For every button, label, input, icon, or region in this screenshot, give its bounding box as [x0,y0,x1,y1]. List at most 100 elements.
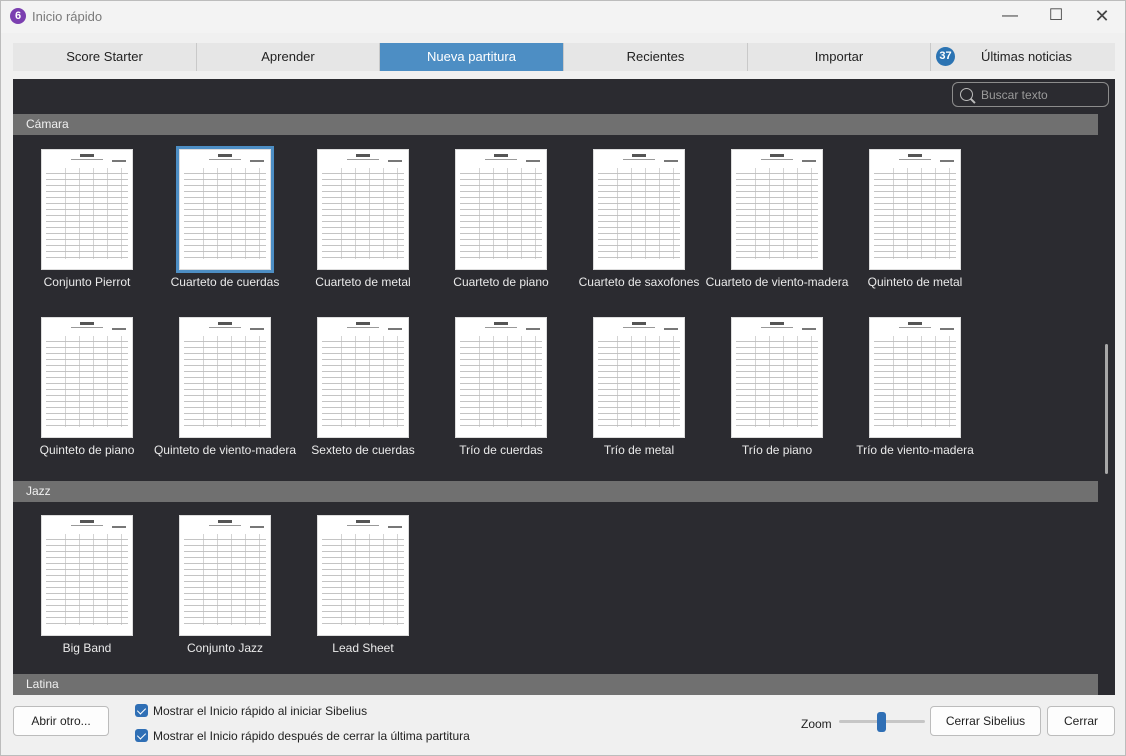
maximize-icon[interactable]: ☐ [1033,1,1079,33]
score-preview-title [218,322,232,325]
tab-nueva-partitura[interactable]: Nueva partitura [380,43,564,71]
tab-aprender[interactable]: Aprender [197,43,380,71]
score-preview-lines [736,168,818,259]
score-preview-comp [526,160,540,162]
search-box[interactable] [952,82,1109,107]
template-thumbnail[interactable] [41,317,133,438]
search-input[interactable] [981,86,1101,103]
template-thumbnail[interactable] [455,149,547,270]
template-label: Quinteto de metal [867,275,963,289]
close-sibelius-button[interactable]: Cerrar Sibelius [930,706,1041,736]
score-preview-comp [250,526,264,528]
tab-label: Nueva partitura [427,49,516,64]
title-bar: 6 Inicio rápido — ☐ ✕ [1,1,1125,33]
template-thumbnail[interactable] [869,149,961,270]
score-preview-comp [940,328,954,330]
template-label: Lead Sheet [332,641,394,655]
tab-score-starter[interactable]: Score Starter [13,43,197,71]
template-label: Cuarteto de viento-madera [705,275,849,289]
template-thumbnail[interactable] [731,149,823,270]
zoom-slider-thumb[interactable] [877,712,886,732]
score-preview-lines [874,168,956,259]
score-preview-comp [388,526,402,528]
template-thumbnail[interactable] [176,146,274,273]
template-thumbnail[interactable] [179,515,271,636]
score-preview-lines [460,168,542,259]
score-preview-title [218,520,232,523]
open-other-button[interactable]: Abrir otro... [13,706,109,736]
tab-importar[interactable]: Importar [748,43,931,71]
template-thumbnail[interactable] [179,317,271,438]
template-thumbnail[interactable] [455,317,547,438]
template-thumbnail[interactable] [41,149,133,270]
score-preview-title [770,322,784,325]
show-on-startup-checkbox[interactable] [135,704,148,717]
score-preview-lines [184,336,266,427]
template-label: Cuarteto de metal [315,275,411,289]
tab-label: Últimas noticias [981,49,1073,64]
tab-label: Score Starter [66,49,143,64]
score-preview-sub [209,525,241,526]
template-thumbnail[interactable] [317,149,409,270]
score-preview-title [80,154,94,157]
section-header-latina[interactable]: Latina [13,674,1098,695]
template-gallery: Cámara Jazz Latina Conjunto Pierrot Cuart… [13,79,1115,695]
template-thumbnail[interactable] [869,317,961,438]
close-icon[interactable]: ✕ [1079,1,1125,33]
minimize-icon[interactable]: — [987,1,1033,33]
score-preview-comp [388,160,402,162]
score-preview-lines [736,336,818,427]
tab-recientes[interactable]: Recientes [564,43,748,71]
template-thumbnail[interactable] [41,515,133,636]
score-preview-comp [388,328,402,330]
template-thumbnail[interactable] [593,149,685,270]
score-preview-title [80,322,94,325]
template-label: Quinteto de piano [39,443,135,457]
score-preview-sub [209,159,241,160]
score-preview-title [908,154,922,157]
score-preview-lines [322,336,404,427]
score-preview-comp [802,328,816,330]
score-preview-comp [664,328,678,330]
score-preview-title [632,322,646,325]
template-thumbnail[interactable] [317,317,409,438]
score-preview-lines [46,534,128,625]
close-button[interactable]: Cerrar [1047,706,1115,736]
show-after-close-checkbox[interactable] [135,729,148,742]
tab-bar: Score Starter Aprender Nueva partitura R… [13,43,1115,71]
score-preview-lines [184,168,266,259]
tab-ultimas-noticias[interactable]: 37 Últimas noticias [931,43,1115,71]
score-preview-lines [46,168,128,259]
template-thumbnail[interactable] [593,317,685,438]
score-preview-comp [802,160,816,162]
show-after-close-label: Mostrar el Inicio rápido después de cerr… [153,729,470,743]
score-preview-lines [874,336,956,427]
template-thumbnail[interactable] [731,317,823,438]
score-preview-sub [899,159,931,160]
template-label: Trío de metal [603,443,675,457]
template-label: Big Band [62,641,112,655]
template-label: Trío de viento-madera [856,443,974,457]
sibelius-app-icon: 6 [10,8,26,24]
score-preview-title [218,154,232,157]
score-preview-sub [623,327,655,328]
score-preview-comp [112,328,126,330]
score-preview-lines [46,336,128,427]
section-header-jazz[interactable]: Jazz [13,481,1098,502]
score-preview-title [770,154,784,157]
score-preview-lines [184,534,266,625]
score-preview-comp [664,160,678,162]
score-preview-title [356,322,370,325]
tab-label: Aprender [261,49,315,64]
template-thumbnail[interactable] [317,515,409,636]
score-preview-comp [526,328,540,330]
template-label: Trío de piano [741,443,813,457]
score-preview-sub [71,159,103,160]
score-preview-sub [209,327,241,328]
score-preview-sub [347,327,379,328]
section-header-camara[interactable]: Cámara [13,114,1098,135]
zoom-label: Zoom [801,717,832,731]
score-preview-comp [250,160,264,162]
scrollbar-thumb[interactable] [1105,344,1108,474]
show-on-startup-label: Mostrar el Inicio rápido al iniciar Sibe… [153,704,368,718]
